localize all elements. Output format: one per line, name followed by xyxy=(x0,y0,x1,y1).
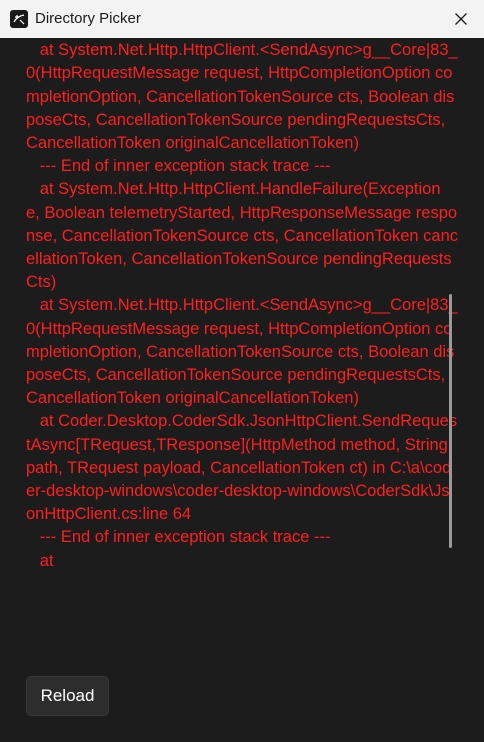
error-line: --- End of inner exception stack trace -… xyxy=(26,528,331,547)
error-line: --- End of inner exception stack trace -… xyxy=(26,157,331,176)
error-line: at System.Net.Http.HttpClient.<SendAsync… xyxy=(26,41,458,153)
error-line: at xyxy=(26,551,54,570)
close-icon xyxy=(455,13,467,25)
error-line: at System.Net.Http.HttpClient.<SendAsync… xyxy=(26,296,458,408)
close-button[interactable] xyxy=(438,0,484,38)
error-line: at Coder.Desktop.CoderSdk.JsonHttpClient… xyxy=(26,412,458,524)
content-area: cancellationToken) at System.Net.Http.Ht… xyxy=(0,38,484,742)
error-line: at System.Net.Http.HttpClient.HandleFail… xyxy=(26,180,458,292)
error-message: cancellationToken) at System.Net.Http.Ht… xyxy=(26,38,458,573)
coder-logo-icon xyxy=(10,10,28,28)
directory-picker-window: Directory Picker cancellationToken) at S… xyxy=(0,0,484,742)
title-bar[interactable]: Directory Picker xyxy=(0,0,484,38)
scrollbar[interactable] xyxy=(449,294,453,548)
window-title: Directory Picker xyxy=(35,10,141,27)
scrollbar-thumb[interactable] xyxy=(449,294,452,548)
error-scroll-view[interactable]: cancellationToken) at System.Net.Http.Ht… xyxy=(26,38,458,674)
reload-button[interactable]: Reload xyxy=(26,676,109,716)
